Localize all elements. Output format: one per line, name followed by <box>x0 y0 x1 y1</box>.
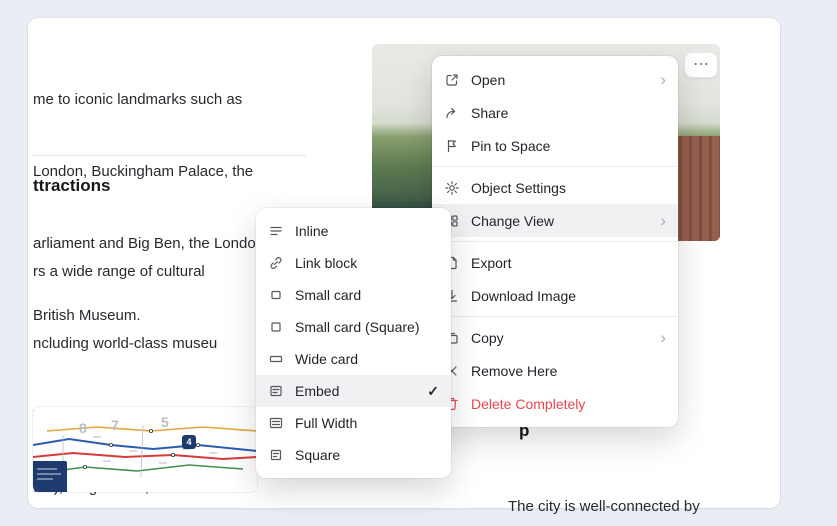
menu-item-label: Export <box>471 255 666 271</box>
menu-item-label: Link block <box>295 255 439 271</box>
map-grid-number: 7 <box>111 417 119 433</box>
chevron-right-icon: › <box>660 212 666 229</box>
menu-item-copy[interactable]: Copy › <box>432 321 678 354</box>
menu-divider <box>432 316 678 317</box>
menu-item-delete-completely[interactable]: Delete Completely <box>432 387 678 420</box>
paragraph-transport: The city is well-connected by an extensi… <box>508 444 700 526</box>
menu-item-label: Small card (Square) <box>295 319 439 335</box>
more-options-button[interactable]: ⋯ <box>684 52 718 78</box>
menu-item-label: Pin to Space <box>471 138 666 154</box>
submenu-item-link-block[interactable]: Link block <box>256 247 451 279</box>
menu-item-open[interactable]: Open › <box>432 63 678 96</box>
submenu-item-small-card-square[interactable]: Small card (Square) <box>256 311 451 343</box>
menu-item-label: Embed <box>295 383 416 399</box>
menu-item-label: Change View <box>471 213 649 229</box>
menu-item-change-view[interactable]: Change View › <box>432 204 678 237</box>
small-card-square-icon <box>268 319 284 335</box>
text-line: ncluding world-class museu <box>33 332 218 356</box>
menu-item-label: Open <box>471 72 649 88</box>
change-view-submenu: Inline Link block Small card Small card … <box>256 208 451 478</box>
metro-map-graphic: 8 7 5 4 <box>33 407 257 492</box>
link-icon <box>268 255 284 271</box>
menu-item-label: Full Width <box>295 415 439 431</box>
checkmark-icon: ✓ <box>427 383 439 400</box>
pin-icon <box>444 138 460 154</box>
embed-card-icon <box>268 383 284 399</box>
chevron-right-icon: › <box>660 71 666 88</box>
submenu-item-small-card[interactable]: Small card <box>256 279 451 311</box>
submenu-item-square[interactable]: Square <box>256 439 451 471</box>
menu-item-label: Remove Here <box>471 363 666 379</box>
open-icon <box>444 72 460 88</box>
menu-item-remove-here[interactable]: Remove Here <box>432 354 678 387</box>
menu-divider <box>432 241 678 242</box>
share-icon <box>444 105 460 121</box>
menu-item-label: Square <box>295 447 439 463</box>
full-width-icon <box>268 415 284 431</box>
submenu-item-embed[interactable]: Embed ✓ <box>256 375 451 407</box>
menu-item-label: Object Settings <box>471 180 666 196</box>
menu-item-pin-to-space[interactable]: Pin to Space <box>432 129 678 162</box>
menu-item-label: Inline <box>295 223 439 239</box>
menu-item-label: Download Image <box>471 288 666 304</box>
menu-item-label: Delete Completely <box>471 396 666 412</box>
divider <box>33 155 306 156</box>
section-heading: ttractions <box>33 176 110 196</box>
submenu-item-inline[interactable]: Inline <box>256 215 451 247</box>
map-grid-number: 8 <box>79 420 87 436</box>
map-grid-number: 5 <box>161 414 169 430</box>
gear-icon <box>444 180 460 196</box>
map-legend-block <box>33 461 67 492</box>
menu-item-export[interactable]: Export <box>432 246 678 279</box>
text-line: me to iconic landmarks such as <box>33 88 264 112</box>
text-line: The city is well-connected by <box>508 494 700 519</box>
menu-item-label: Small card <box>295 287 439 303</box>
map-zone-number: 4 <box>186 437 191 447</box>
menu-item-label: Share <box>471 105 666 121</box>
app-window: me to iconic landmarks such as London, B… <box>0 0 837 526</box>
small-card-icon <box>268 287 284 303</box>
menu-item-object-settings[interactable]: Object Settings <box>432 171 678 204</box>
square-card-icon <box>268 447 284 463</box>
menu-item-label: Copy <box>471 330 649 346</box>
chevron-right-icon: › <box>660 329 666 346</box>
context-menu: Open › Share Pin to Space Object Setting… <box>432 56 678 427</box>
menu-item-download-image[interactable]: Download Image <box>432 279 678 312</box>
inline-lines-icon <box>268 223 284 239</box>
menu-item-share[interactable]: Share <box>432 96 678 129</box>
wide-card-icon <box>268 351 284 367</box>
metro-map-image[interactable]: 8 7 5 4 <box>33 407 257 492</box>
text-line: rs a wide range of cultural <box>33 260 218 284</box>
submenu-item-full-width[interactable]: Full Width <box>256 407 451 439</box>
submenu-item-wide-card[interactable]: Wide card <box>256 343 451 375</box>
menu-item-label: Wide card <box>295 351 439 367</box>
menu-divider <box>432 166 678 167</box>
